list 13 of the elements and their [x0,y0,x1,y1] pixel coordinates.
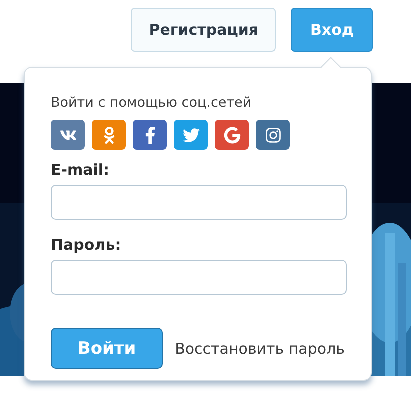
password-field[interactable] [51,260,347,295]
twitter-icon[interactable] [174,120,208,150]
instagram-icon[interactable] [256,120,290,150]
social-login-title: Войти с помощью соц.сетей [51,94,253,112]
field-label: Пароль: [51,235,122,255]
ok-icon[interactable] [92,120,126,150]
vk-icon[interactable] [51,120,85,150]
email-field[interactable] [51,185,347,220]
facebook-icon[interactable] [133,120,167,150]
register-button[interactable]: Регистрация [131,8,276,52]
google-icon[interactable] [215,120,249,150]
field-label: E-mail: [51,160,111,180]
recover-password-link[interactable]: Восстановить пароль [175,340,345,358]
